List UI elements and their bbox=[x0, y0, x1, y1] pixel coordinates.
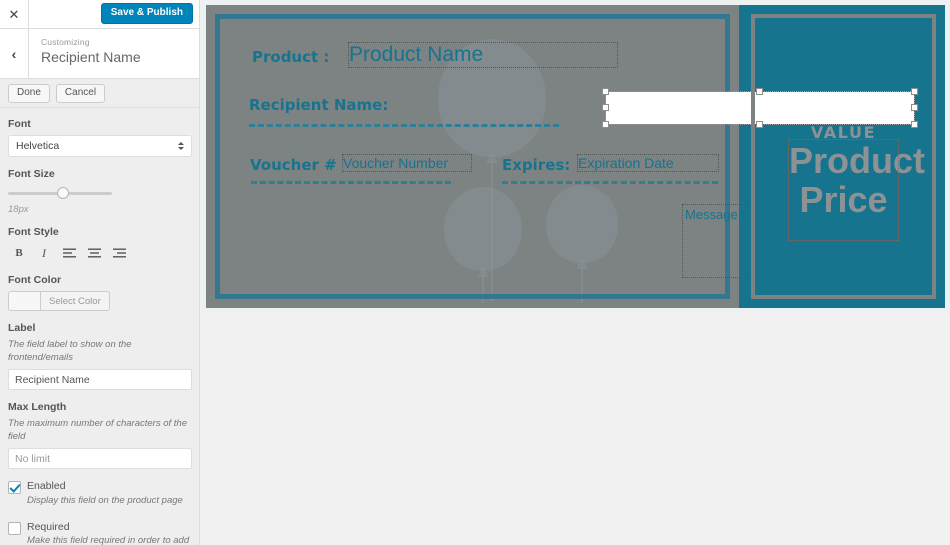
expires-label: Expires: bbox=[502, 156, 571, 174]
font-color-label: Font Color bbox=[8, 274, 62, 286]
voucher-right-frame: VALUE Product Price bbox=[751, 14, 936, 299]
voucher-fields: Product : Product Name Recipient Name: V… bbox=[206, 5, 918, 308]
font-select-value: Helvetica bbox=[16, 140, 60, 152]
label-input[interactable] bbox=[8, 369, 192, 391]
color-picker[interactable]: Select Color bbox=[8, 291, 191, 311]
label-field-label: Label bbox=[8, 322, 36, 334]
enabled-label: Enabled bbox=[27, 480, 66, 493]
font-select[interactable]: Helvetica bbox=[8, 135, 192, 157]
resize-handle-w[interactable] bbox=[602, 104, 609, 111]
sidebar-controls: Font Helvetica Font Size 18px Font Style… bbox=[0, 108, 199, 545]
max-length-description: The maximum number of characters of the … bbox=[8, 418, 187, 442]
done-button[interactable]: Done bbox=[8, 83, 50, 103]
control-font-color: Font Color Select Color bbox=[8, 274, 191, 311]
recipient-underline bbox=[249, 124, 559, 127]
voucher-underline bbox=[251, 181, 451, 184]
align-left-icon[interactable] bbox=[58, 243, 80, 263]
font-style-label: Font Style bbox=[8, 226, 59, 238]
voucher-template: Product : Product Name Recipient Name: V… bbox=[206, 5, 945, 308]
sidebar-titlebar: ‹ Customizing Recipient Name bbox=[0, 29, 199, 79]
customizer-screen: ✕ Save & Publish ‹ Customizing Recipient… bbox=[0, 0, 950, 545]
control-label: Label The field label to show on the fro… bbox=[8, 322, 192, 391]
label-field-description: The field label to show on the frontend/… bbox=[8, 339, 132, 363]
page-title: Recipient Name bbox=[41, 49, 141, 65]
control-required: Required Make this field required in ord… bbox=[8, 521, 191, 545]
enabled-text-wrap: Enabled Display this field on the produc… bbox=[27, 480, 183, 507]
select-color-button[interactable]: Select Color bbox=[40, 291, 110, 311]
price-line-2: Price bbox=[799, 178, 888, 220]
required-description: Make this field required in order to add… bbox=[27, 535, 190, 545]
recipient-name-label: Recipient Name: bbox=[249, 96, 389, 114]
font-size-value: 18px bbox=[8, 204, 29, 215]
sidebar-topbar: ✕ Save & Publish bbox=[0, 0, 199, 29]
enabled-description: Display this field on the product page bbox=[27, 494, 183, 506]
align-right-icon[interactable] bbox=[108, 243, 130, 263]
control-font: Font Helvetica bbox=[8, 118, 192, 157]
align-center-icon[interactable] bbox=[83, 243, 105, 263]
enabled-checkbox[interactable] bbox=[8, 481, 21, 495]
preview-pane: Product : Product Name Recipient Name: V… bbox=[201, 0, 950, 313]
product-price-field[interactable]: Product Price bbox=[788, 139, 926, 241]
slider-thumb[interactable] bbox=[57, 187, 69, 199]
save-and-publish-button[interactable]: Save & Publish bbox=[100, 3, 193, 24]
font-label: Font bbox=[8, 118, 31, 130]
bold-button[interactable]: B bbox=[8, 243, 30, 263]
control-enabled: Enabled Display this field on the produc… bbox=[8, 480, 191, 507]
chevron-updown-icon bbox=[178, 142, 184, 150]
font-size-slider[interactable] bbox=[8, 186, 112, 200]
max-length-label: Max Length bbox=[8, 401, 67, 414]
price-line-1: Product bbox=[789, 140, 926, 181]
resize-handle-sw[interactable] bbox=[602, 121, 609, 128]
font-size-label: Font Size bbox=[8, 168, 55, 180]
control-max-length: Max Length The maximum number of charact… bbox=[8, 401, 192, 470]
back-chevron-icon[interactable]: ‹ bbox=[0, 29, 29, 78]
required-checkbox[interactable] bbox=[8, 521, 21, 535]
italic-button[interactable]: I bbox=[33, 243, 55, 263]
required-label: Required bbox=[27, 520, 70, 533]
resize-handle-nw[interactable] bbox=[602, 88, 609, 95]
control-font-size: Font Size 18px bbox=[8, 168, 191, 215]
required-text-wrap: Required Make this field required in ord… bbox=[27, 521, 191, 545]
voucher-number-value[interactable]: Voucher Number bbox=[342, 154, 472, 172]
panel-title-wrap: Customizing Recipient Name bbox=[29, 29, 141, 78]
product-value[interactable]: Product Name bbox=[348, 42, 618, 68]
customizing-label: Customizing bbox=[41, 37, 90, 47]
voucher-number-label: Voucher # bbox=[250, 156, 337, 174]
cancel-button[interactable]: Cancel bbox=[55, 83, 106, 103]
product-label: Product : bbox=[252, 48, 330, 66]
color-swatch[interactable] bbox=[8, 291, 40, 311]
control-font-style: Font Style B I bbox=[8, 226, 191, 263]
expires-underline bbox=[502, 181, 718, 184]
sidebar-action-row: Done Cancel bbox=[0, 79, 199, 108]
customizer-sidebar: ✕ Save & Publish ‹ Customizing Recipient… bbox=[0, 0, 200, 545]
expires-value[interactable]: Expiration Date bbox=[577, 154, 719, 172]
close-icon[interactable]: ✕ bbox=[0, 0, 29, 29]
max-length-input[interactable] bbox=[8, 448, 192, 470]
font-style-buttons: B I bbox=[8, 243, 191, 263]
